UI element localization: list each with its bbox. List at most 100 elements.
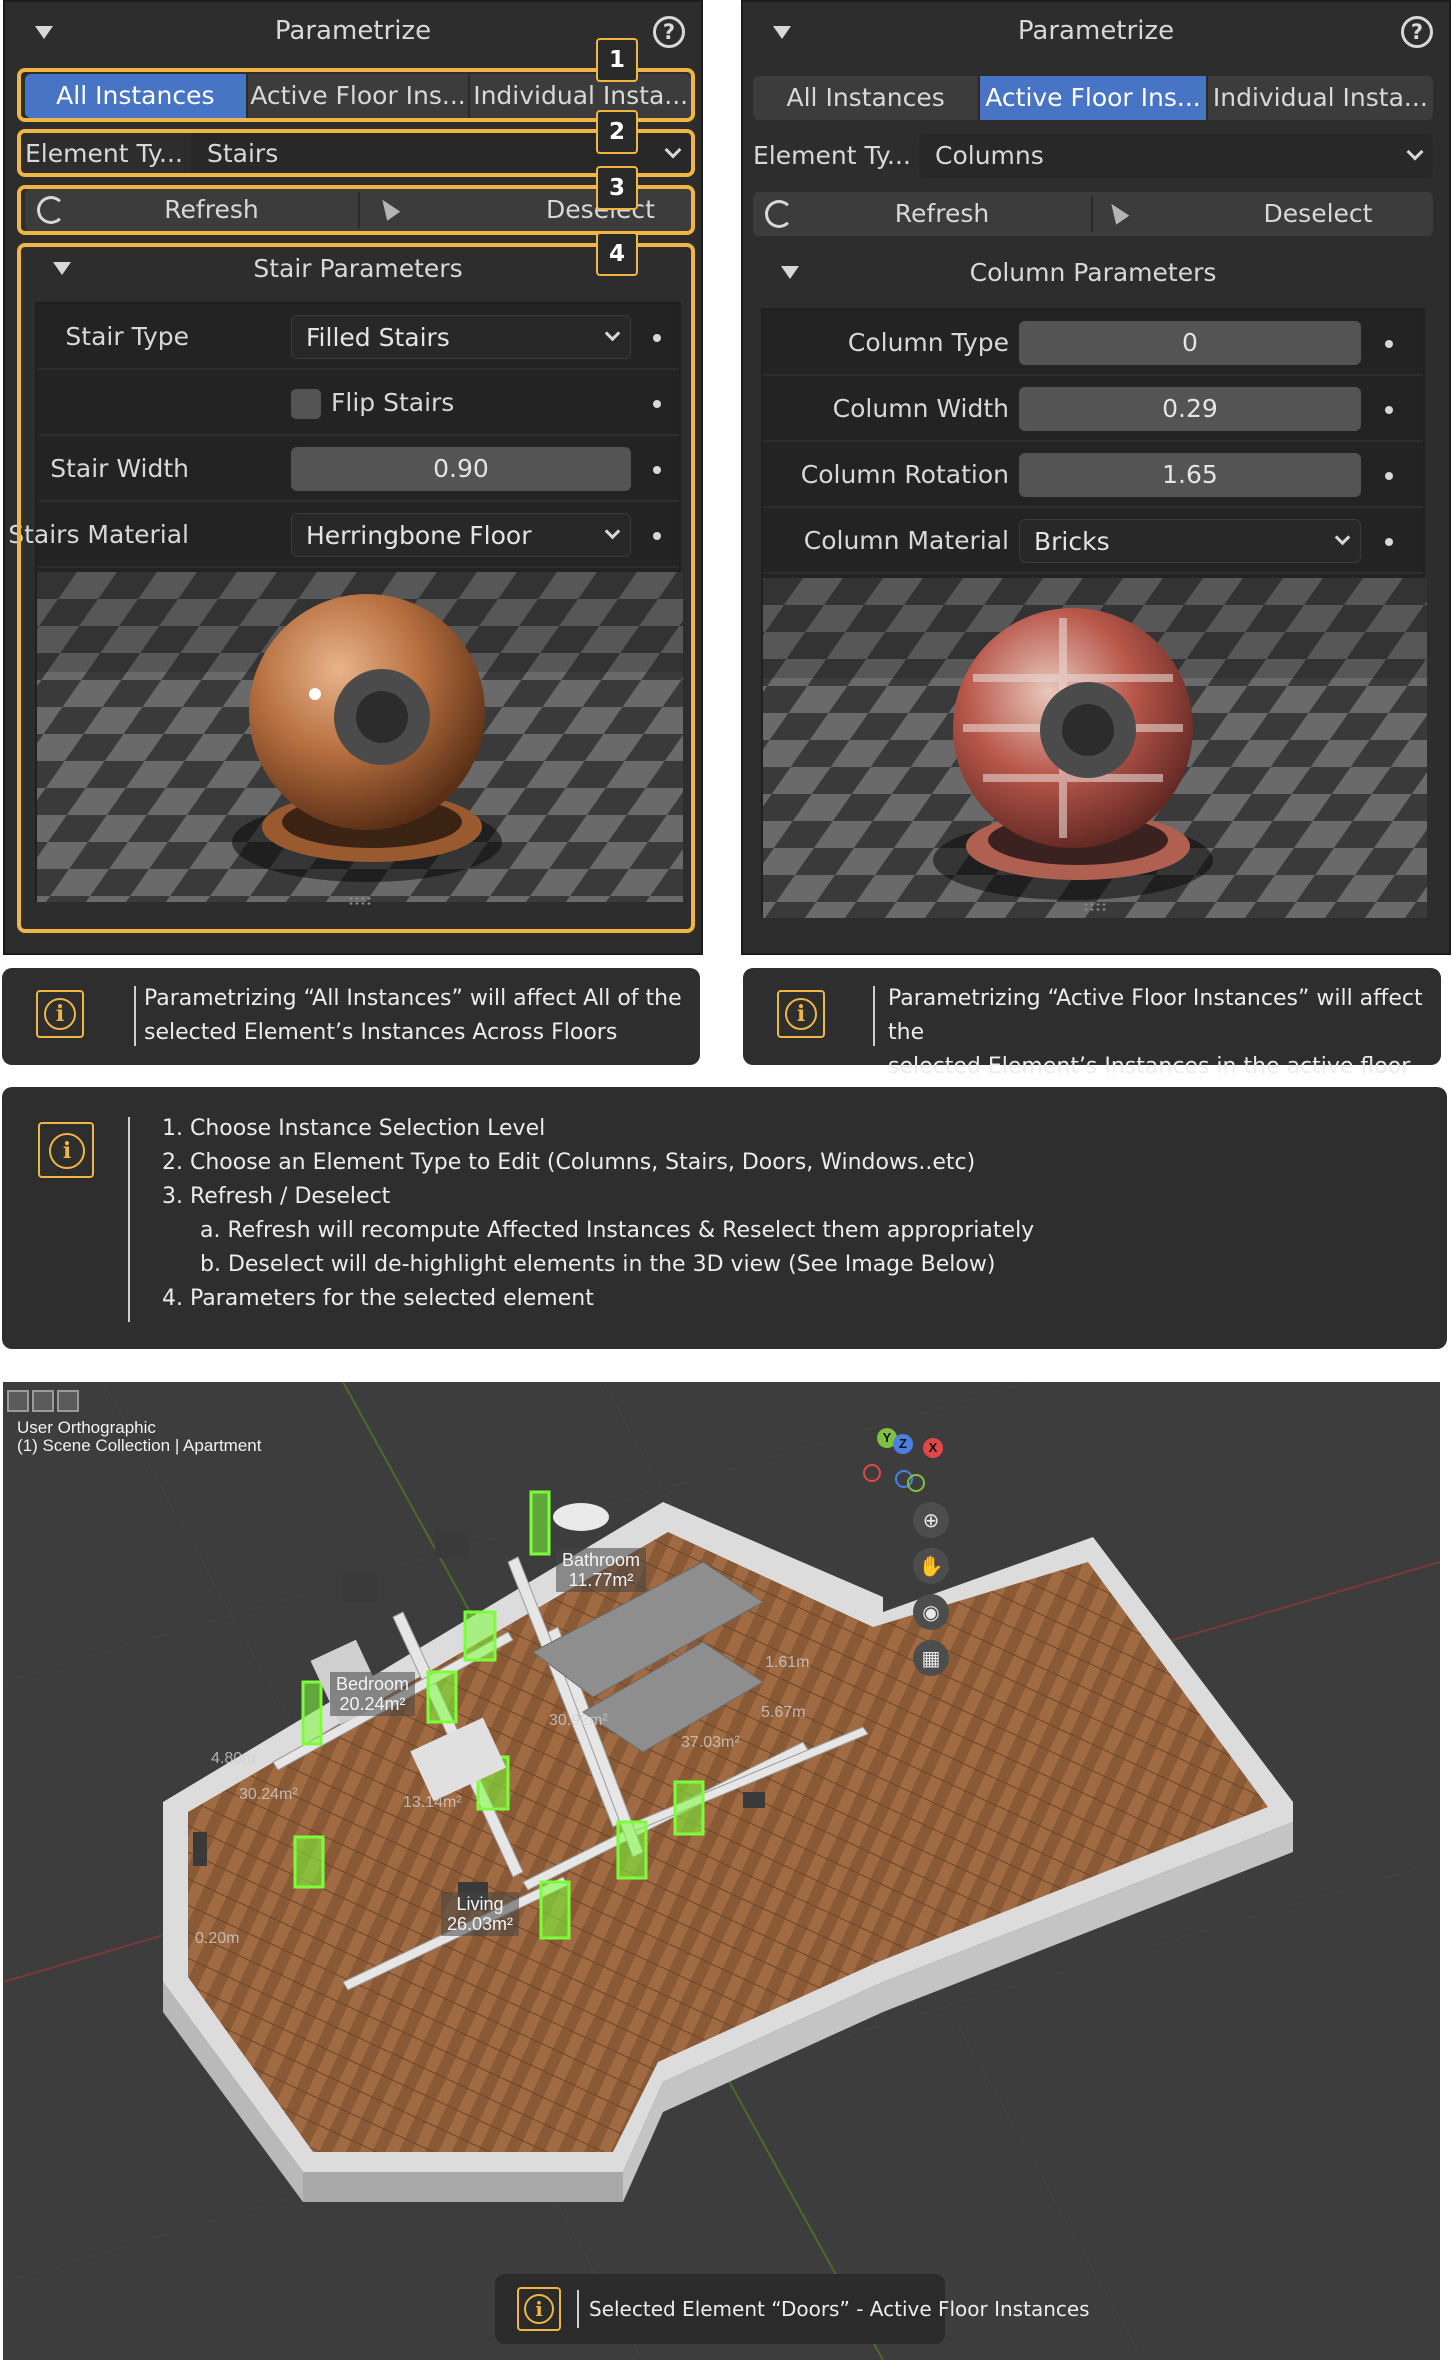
column-width-field[interactable]: 0.29 [1019, 387, 1361, 431]
divider [128, 1117, 130, 1322]
step-3: 3. Refresh / Deselect [162, 1184, 391, 1209]
info-icon: i [38, 1122, 94, 1178]
step-1: 1. Choose Instance Selection Level [162, 1116, 546, 1141]
grid-icon[interactable]: ▦ [913, 1640, 949, 1676]
info-line-2: selected Element’s Instances Across Floo… [144, 1020, 618, 1045]
animate-dot-icon[interactable] [1385, 538, 1393, 546]
material-preview-bricks [763, 578, 1427, 918]
column-parameters-header[interactable]: Column Parameters [753, 246, 1433, 298]
parametrize-panel-active-floor: Parametrize ? All Instances Active Floor… [741, 0, 1451, 955]
column-material-label: Column Material [803, 526, 1009, 555]
refresh-icon [765, 200, 793, 228]
info-text: Parametrizing “Active Floor Instances” w… [888, 982, 1441, 1084]
column-type-field[interactable]: 0 [1019, 321, 1361, 365]
select-extend-icon[interactable] [32, 1390, 54, 1412]
tab-individual-instances[interactable]: Individual Insta... [1208, 76, 1433, 120]
help-icon[interactable]: ? [653, 16, 685, 48]
dimension-label: 5.67m [761, 1704, 806, 1721]
chevron-down-icon [1334, 529, 1351, 546]
element-type-dropdown[interactable]: Columns [919, 134, 1433, 178]
room-label-bedroom: Bedroom 20.24m² [330, 1672, 416, 1716]
panel-header[interactable]: Parametrize ? [743, 2, 1449, 64]
info-line-1: Parametrizing “All Instances” will affec… [144, 986, 682, 1011]
tab-all-instances[interactable]: All Instances [753, 76, 981, 120]
element-type-value: Columns [935, 141, 1044, 170]
dimension-label: 30.24m² [239, 1786, 298, 1803]
info-icon: i [36, 990, 84, 1038]
info-card-selected-element: i Selected Element “Doors” - Active Floo… [495, 2274, 1090, 2344]
animate-dot-icon[interactable] [1385, 472, 1393, 480]
column-material-value: Bricks [1034, 527, 1110, 556]
step-4: 4. Parameters for the selected element [162, 1286, 594, 1311]
dimension-label: 37.03m² [681, 1734, 740, 1751]
pan-hand-icon[interactable]: ✋ [913, 1548, 949, 1584]
help-icon[interactable]: ? [1401, 16, 1433, 48]
gizmo-neg-y[interactable] [907, 1474, 925, 1492]
dimension-label: 13.14m² [403, 1794, 462, 1811]
info-text: Parametrizing “All Instances” will affec… [144, 982, 682, 1050]
collection-info: (1) Scene Collection | Apartment [17, 1436, 261, 1456]
dimension-label: 4.80m [211, 1750, 256, 1767]
viewport-header-tools[interactable] [7, 1390, 79, 1412]
param-row-column-material: Column Material Bricks [763, 508, 1423, 574]
highlight-element-type [17, 129, 695, 177]
animate-dot-icon[interactable] [1385, 406, 1393, 414]
deselect-button[interactable]: Deselect [1093, 192, 1433, 236]
animate-dot-icon[interactable] [1385, 340, 1393, 348]
cursor-arrow-icon [1104, 199, 1130, 225]
room-area: 11.77m² [568, 1570, 634, 1590]
step-badge-2: 2 [596, 110, 638, 154]
column-parameters-box: Column Type 0 Column Width 0.29 Column R… [761, 308, 1427, 918]
dimension-label: 1.61m [765, 1654, 810, 1671]
gizmo-z-axis[interactable]: Z [893, 1434, 913, 1454]
select-subtract-icon[interactable] [57, 1390, 79, 1412]
room-name: Bedroom [336, 1674, 410, 1694]
column-material-dropdown[interactable]: Bricks [1019, 519, 1361, 563]
chevron-down-icon [1406, 143, 1424, 161]
section-title: Column Parameters [969, 258, 1217, 287]
step-badge-1: 1 [596, 38, 638, 82]
info-icon: i [517, 2287, 561, 2331]
tab-active-floor-instances[interactable]: Active Floor Ins... [980, 76, 1208, 120]
dimension-label: 0.20m [195, 1930, 240, 1947]
step-badge-3: 3 [596, 166, 638, 210]
step-3b: b. Deselect will de-highlight elements i… [200, 1252, 996, 1277]
step-3a: a. Refresh will recompute Affected Insta… [200, 1218, 1035, 1243]
room-area: 26.03m² [447, 1914, 514, 1934]
step-2: 2. Choose an Element Type to Edit (Colum… [162, 1150, 976, 1175]
resize-grip-icon[interactable] [1083, 902, 1107, 912]
material-preview-image [763, 578, 1427, 918]
gizmo-neg-x[interactable] [863, 1464, 881, 1482]
room-name: Living [456, 1894, 504, 1914]
column-type-label: Column Type [847, 328, 1009, 357]
refresh-button[interactable]: Refresh [753, 192, 1091, 236]
highlight-parameters [17, 243, 695, 933]
refresh-label: Refresh [894, 199, 990, 228]
room-label-bathroom: Bathroom 11.77m² [556, 1548, 647, 1592]
gizmo-x-axis[interactable]: X [923, 1438, 943, 1458]
info-card-active-floor: i Parametrizing “Active Floor Instances”… [743, 968, 1441, 1079]
steps-list: 1. Choose Instance Selection Level 2. Ch… [162, 1112, 1034, 1316]
deselect-label: Deselect [1263, 199, 1373, 228]
dimension-label: 30.92m² [549, 1712, 608, 1729]
collection-separator: | [174, 1436, 180, 1455]
room-label-living: Living 26.03m² [441, 1892, 520, 1936]
divider [577, 2290, 579, 2328]
refresh-deselect-bar: Refresh Deselect [753, 192, 1433, 236]
select-box-icon[interactable] [7, 1390, 29, 1412]
info-line-2: selected Element’s Instances in the acti… [888, 1054, 1411, 1079]
param-row-column-width: Column Width 0.29 [763, 376, 1423, 442]
highlight-refresh-deselect [17, 185, 695, 235]
divider [873, 986, 875, 1046]
apartment-scene [3, 1382, 1440, 2360]
param-row-column-type: Column Type 0 [763, 310, 1423, 376]
param-row-column-rotation: Column Rotation 1.65 [763, 442, 1423, 508]
3d-viewport[interactable]: User Orthographic (1) Scene Collection |… [3, 1382, 1440, 2360]
column-rotation-field[interactable]: 1.65 [1019, 453, 1361, 497]
info-card-all-instances: i Parametrizing “All Instances” will aff… [2, 968, 700, 1065]
steps-card: i 1. Choose Instance Selection Level 2. … [2, 1087, 1447, 1349]
camera-icon[interactable]: ◉ [913, 1594, 949, 1630]
view-name: User Orthographic [17, 1418, 156, 1437]
zoom-icon[interactable]: ⊕ [913, 1502, 949, 1538]
room-area: 20.24m² [339, 1694, 406, 1714]
